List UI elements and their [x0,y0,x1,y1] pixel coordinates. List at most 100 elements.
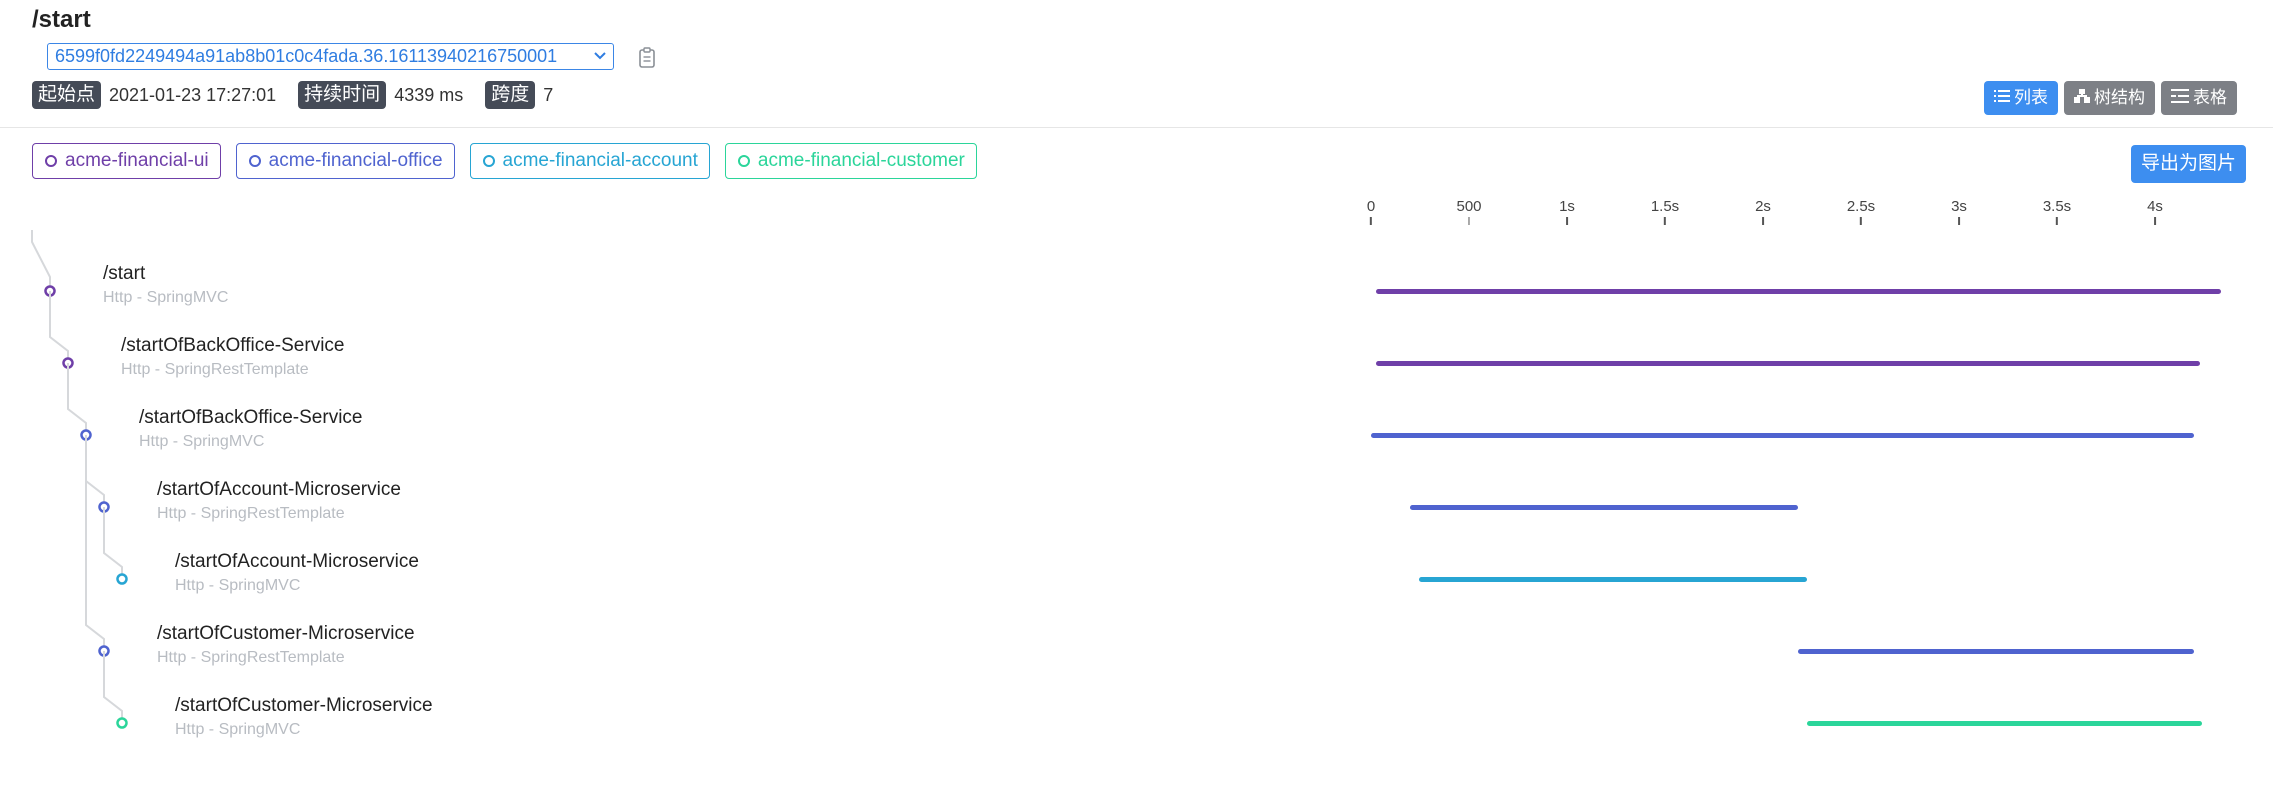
axis-tick: 1.5s [1651,198,1679,225]
span-name: /startOfCustomer-Microservice [157,623,415,644]
circle-icon [45,155,57,167]
span-node-icon[interactable] [116,717,128,729]
span-row[interactable]: /startOfCustomer-Microservice Http - Spri… [157,623,415,667]
axis-tick-label: 2.5s [1846,198,1876,215]
span-duration-bar[interactable] [1375,361,2201,366]
span-type: Http - SpringRestTemplate [157,505,345,522]
circle-icon [737,155,750,167]
list-view-label: 列表 [2014,88,2048,107]
axis-tick-mark [1566,217,1568,225]
span-duration-bar[interactable] [1371,433,2195,438]
span-row[interactable]: /startOfBackOffice-Service Http - SpringM… [139,407,363,451]
span-row[interactable]: /startOfAccount-Microservice Http - Sprin… [175,551,419,595]
span-count-tag: 跨度 [485,81,536,109]
service-chip-office[interactable]: acme-financial-office [235,143,455,179]
circle-icon [248,155,261,167]
service-legend: acme-financial-ui acme-financial-office … [32,143,977,179]
axis-tick-label: 500 [1456,198,1482,215]
axis-tick-mark [1370,217,1372,225]
span-name: /startOfBackOffice-Service [139,407,363,428]
axis-tick-mark [2056,217,2058,225]
axis-tick-label: 4s [2147,198,2163,215]
axis-tick-mark [1860,217,1862,225]
span-type: Http - SpringRestTemplate [121,361,309,378]
list-view-button[interactable]: 列表 [1984,81,2058,115]
tree-connector [31,230,51,291]
span-type: Http - SpringMVC [175,577,301,594]
tree-icon [2074,81,2090,115]
axis-tick: 3.5s [2043,198,2071,225]
axis-tick-mark [2154,217,2156,225]
header-divider [0,127,2273,128]
span-type: Http - SpringRestTemplate [157,649,345,666]
span-row[interactable]: /startOfAccount-Microservice Http - Sprin… [157,479,401,523]
start-time-tag: 起始点 [32,81,102,109]
span-count-value: 7 [543,84,554,105]
axis-tick: 3s [1951,198,1967,225]
span-row[interactable]: /start Http - SpringMVC [103,263,228,307]
axis-tick: 2s [1755,198,1771,225]
span-duration-bar[interactable] [1419,577,1808,582]
span-duration-bar[interactable] [1807,721,2203,726]
tree-connector [103,651,123,723]
span-row[interactable]: /startOfBackOffice-Service Http - SpringR… [121,335,345,379]
chevron-down-icon [593,44,607,76]
span-duration-bar[interactable] [1410,505,1799,510]
tree-connector [49,291,69,363]
start-time-value: 2021-01-23 17:27:01 [109,84,277,105]
axis-tick-mark [1468,217,1470,225]
view-switcher: 列表 树结构 表格 [1984,81,2237,115]
span-node-icon[interactable] [116,573,128,585]
tree-connector [103,507,123,579]
export-image-button[interactable]: 导出为图片 [2130,145,2246,183]
axis-tick: 0 [1367,198,1375,225]
service-name: acme-financial-customer [757,150,965,171]
tree-view-label: 树结构 [2094,88,2145,107]
axis-tick-label: 0 [1366,198,1376,215]
tree-view-button[interactable]: 树结构 [2064,81,2155,115]
span-type: Http - SpringMVC [103,289,229,306]
span-type: Http - SpringMVC [175,721,301,738]
service-chip-account[interactable]: acme-financial-account [469,143,710,179]
axis-tick: 500 [1456,198,1482,225]
service-name: acme-financial-account [502,150,698,171]
table-icon [2171,81,2189,115]
axis-tick-label: 3s [1951,198,1967,215]
timeline-axis: 0 500 1s 1.5s 2s 2.5s 3s 3.5s 4s [1367,198,2251,228]
axis-tick-label: 3.5s [2042,198,2072,215]
service-name: acme-financial-ui [65,150,209,171]
service-chip-ui[interactable]: acme-financial-ui [32,143,221,179]
span-name: /startOfCustomer-Microservice [175,695,433,716]
span-row[interactable]: /startOfCustomer-Microservice Http - Spri… [175,695,433,739]
span-duration-bar[interactable] [1798,649,2195,654]
span-name: /startOfAccount-Microservice [157,479,401,500]
duration-tag: 持续时间 [298,81,387,109]
axis-tick: 4s [2147,198,2163,225]
axis-tick-mark [1762,217,1764,225]
span-duration-bar[interactable] [1375,289,2222,294]
duration-value: 4339 ms [394,84,464,105]
span-type: Http - SpringMVC [139,433,265,450]
span-name: /start [103,263,146,284]
axis-tick-mark [1664,217,1666,225]
list-icon [1994,81,2010,115]
axis-tick-mark [1958,217,1960,225]
table-view-label: 表格 [2193,88,2227,107]
span-name: /startOfBackOffice-Service [121,335,345,356]
page-title: /start [32,6,91,33]
tree-connector [85,435,105,507]
span-name: /startOfAccount-Microservice [175,551,419,572]
trace-id-select[interactable]: 6599f0fd2249494a91ab8b01c0c4fada.36.1611… [47,43,614,70]
axis-tick: 2.5s [1847,198,1875,225]
trace-meta: 起始点 2021-01-23 17:27:01 持续时间 4339 ms 跨度 … [32,80,575,110]
axis-tick-label: 1.5s [1650,198,1680,215]
axis-tick-label: 2s [1755,198,1771,215]
trace-id-value: 6599f0fd2249494a91ab8b01c0c4fada.36.1611… [55,46,558,66]
table-view-button[interactable]: 表格 [2161,81,2237,115]
axis-tick: 1s [1559,198,1575,225]
service-chip-customer[interactable]: acme-financial-customer [724,143,977,179]
clipboard-icon[interactable] [638,47,656,69]
axis-tick-label: 1s [1559,198,1575,215]
circle-icon [482,155,495,167]
tree-connector [67,363,87,435]
